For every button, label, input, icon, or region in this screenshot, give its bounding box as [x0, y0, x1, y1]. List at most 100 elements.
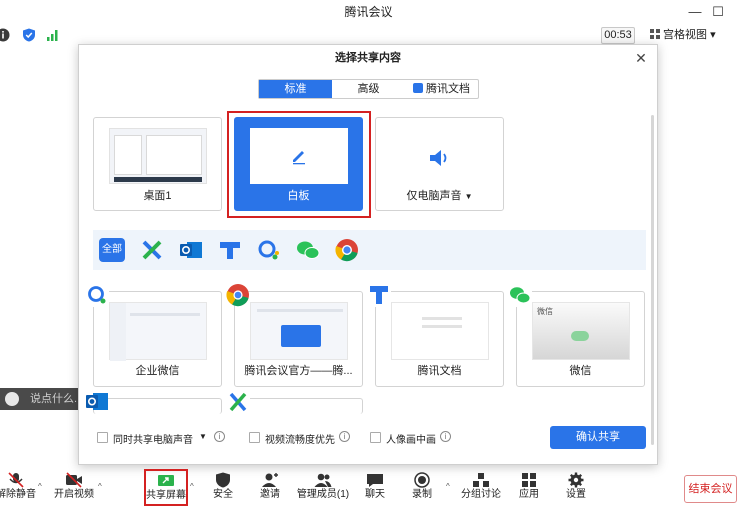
computer-sound-label: 仅电脑声音 ▼: [376, 187, 503, 203]
wechat-window-label: 微信: [569, 365, 592, 377]
tencent-meeting-site-thumbnail: [250, 302, 348, 360]
share-sound-checkbox[interactable]: [97, 432, 108, 443]
window-title: 腾讯会议: [344, 5, 393, 19]
record-button[interactable]: 录制: [402, 470, 442, 506]
gear-icon: [568, 472, 584, 488]
wecom-badge-icon: [85, 283, 109, 307]
chevron-up-icon[interactable]: ^: [98, 482, 102, 491]
start-video-label: 开启视频: [54, 489, 94, 500]
chrome-icon[interactable]: [334, 238, 360, 262]
speaker-icon: [430, 150, 447, 166]
desktop-label: 桌面1: [143, 190, 172, 202]
invite-label: 邀请: [260, 489, 280, 500]
microphone-muted-icon: [8, 472, 24, 488]
video-fluency-label: 视频流畅度优先: [265, 435, 335, 446]
pip-label: 人像画中画: [386, 435, 436, 446]
shield-icon[interactable]: [22, 28, 36, 42]
close-icon[interactable]: ✕: [631, 48, 651, 68]
signal-icon[interactable]: [46, 28, 60, 42]
settings-button[interactable]: 设置: [556, 470, 596, 506]
scrollbar[interactable]: [651, 115, 654, 445]
chrome-badge-icon: [226, 284, 249, 307]
apps-icon: [522, 473, 536, 487]
computer-sound-card[interactable]: 仅电脑声音 ▼: [375, 117, 504, 211]
invite-button[interactable]: 邀请: [250, 470, 290, 506]
chevron-up-icon[interactable]: ^: [190, 482, 194, 491]
grid-icon: [650, 29, 660, 39]
tencent-docs-thumbnail: [391, 302, 489, 360]
tab-tencent-docs-label: 腾讯文档: [426, 83, 470, 95]
info-icon[interactable]: i: [339, 431, 350, 442]
maximize-button[interactable]: ☐: [704, 0, 732, 24]
chat-input-hint[interactable]: 说点什么...: [0, 388, 84, 410]
chat-icon: [367, 474, 383, 487]
wechat-thumb-title: 微信: [537, 307, 553, 316]
window-card-tencent-meeting-site[interactable]: 腾讯会议官方——腾...: [234, 291, 363, 387]
window-card-wecom[interactable]: 企业微信: [93, 291, 222, 387]
app-filter-all[interactable]: 全部: [99, 238, 125, 262]
tab-tencent-docs[interactable]: 腾讯文档: [405, 80, 478, 98]
meeting-timer: 00:53: [601, 27, 635, 44]
wecom-icon[interactable]: [256, 238, 282, 262]
window-card-outlook[interactable]: [93, 398, 222, 414]
caret-down-icon[interactable]: ▼: [199, 432, 207, 441]
unmute-label: 解除静音: [0, 489, 36, 500]
apps-label: 应用: [519, 489, 539, 500]
tencent-docs-badge-icon: [367, 283, 391, 307]
app-x-icon[interactable]: [139, 238, 165, 262]
record-label: 录制: [412, 489, 432, 500]
security-button[interactable]: 安全: [203, 470, 243, 506]
tencent-meeting-site-label: 腾讯会议官方——腾...: [244, 365, 353, 377]
computer-sound-text: 仅电脑声音: [406, 190, 462, 202]
confirm-share-button[interactable]: 确认共享: [550, 426, 646, 449]
tab-standard[interactable]: 标准: [259, 80, 332, 98]
bottom-toolbar: 解除静音 ^ 开启视频 ^ 共享屏幕 ^ 安全 邀请 管理成员(1) 聊天 录制…: [0, 468, 737, 506]
chat-hint-text: 说点什么...: [30, 393, 84, 405]
start-video-button[interactable]: 开启视频: [52, 470, 96, 506]
chevron-up-icon[interactable]: ^: [38, 482, 42, 491]
wecom-thumbnail: [109, 302, 207, 361]
window-card-x-app[interactable]: [234, 398, 363, 414]
tencent-docs-icon: [413, 83, 423, 93]
settings-label: 设置: [566, 489, 586, 500]
share-screen-button[interactable]: 共享屏幕: [144, 469, 188, 506]
share-dialog: 选择共享内容 ✕ 标准 高级 腾讯文档 桌面1 白板 仅电脑声音 ▼ 全部 企业…: [78, 44, 658, 465]
tab-advanced[interactable]: 高级: [332, 80, 405, 98]
window-card-wechat[interactable]: 微信 微信: [516, 291, 645, 387]
tencent-docs-window-label: 腾讯文档: [417, 365, 462, 377]
chevron-up-icon[interactable]: ^: [446, 482, 450, 491]
unmute-button[interactable]: 解除静音: [0, 470, 38, 506]
breakout-rooms-button[interactable]: 分组讨论: [459, 470, 503, 506]
dialog-title: 选择共享内容: [335, 52, 401, 64]
chat-button[interactable]: 聊天: [355, 470, 395, 506]
tencent-docs-app-icon[interactable]: [217, 238, 243, 262]
title-bar: 腾讯会议 — ☐: [0, 0, 737, 24]
outlook-icon[interactable]: [178, 238, 204, 262]
apps-button[interactable]: 应用: [509, 470, 549, 506]
wechat-icon[interactable]: [295, 238, 321, 262]
emoji-icon: [5, 392, 19, 406]
wechat-thumbnail: 微信: [532, 302, 630, 360]
info-icon[interactable]: i: [440, 431, 451, 442]
chevron-down-icon: ▾: [710, 29, 716, 41]
security-label: 安全: [213, 489, 233, 500]
pip-checkbox[interactable]: [370, 432, 381, 443]
grid-view-button[interactable]: 宫格视图 ▾: [650, 27, 734, 44]
members-icon: [314, 473, 332, 487]
share-sound-label: 同时共享电脑声音: [113, 435, 193, 446]
breakout-icon: [473, 473, 489, 487]
info-icon[interactable]: i: [214, 431, 225, 442]
info-icon[interactable]: [0, 28, 10, 42]
app-filter-bar: 全部: [93, 230, 646, 270]
caret-down-icon[interactable]: ▼: [465, 192, 473, 201]
manage-members-button[interactable]: 管理成员(1): [296, 470, 350, 506]
window-card-tencent-docs[interactable]: 腾讯文档: [375, 291, 504, 387]
desktop-card[interactable]: 桌面1: [93, 117, 222, 211]
end-meeting-button[interactable]: 结束会议: [684, 475, 737, 503]
x-app-badge-icon: [226, 390, 250, 414]
shield-icon: [216, 472, 230, 488]
video-fluency-checkbox[interactable]: [249, 432, 260, 443]
selection-highlight: [227, 111, 371, 218]
wechat-badge-icon: [508, 283, 532, 307]
wecom-window-label: 企业微信: [135, 365, 180, 377]
